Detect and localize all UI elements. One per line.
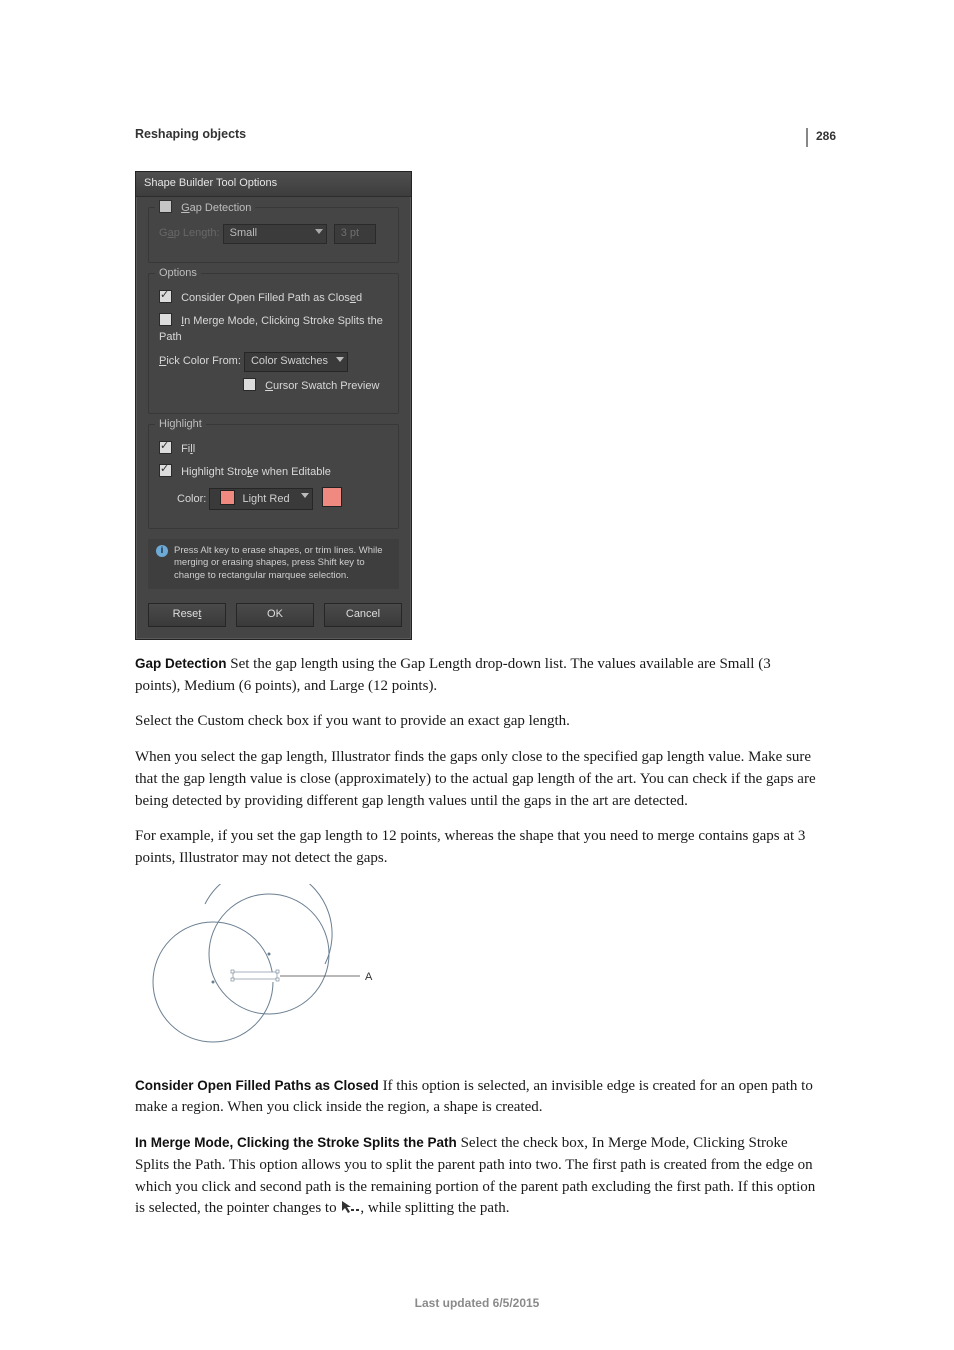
term-merge-mode: In Merge Mode, Clicking the Stroke Split… (135, 1135, 457, 1150)
color-label: Color: (177, 493, 206, 505)
cursor-swatch-checkbox[interactable] (243, 378, 256, 391)
highlight-label: Highlight (155, 417, 206, 433)
cursor-swatch-label: Cursor Swatch Preview (265, 380, 379, 392)
info-note: i Press Alt key to erase shapes, or trim… (148, 539, 399, 589)
paragraph: In Merge Mode, Clicking the Stroke Split… (135, 1133, 819, 1223)
paragraph: Select the Custom check box if you want … (135, 711, 819, 733)
pick-color-from-label: Pick Color From: (159, 355, 241, 367)
highlight-group: Highlight Fill Highlight Stroke when Edi… (148, 424, 399, 529)
page-footer: Last updated 6/5/2015 (0, 1295, 954, 1312)
gap-detection-checkbox[interactable] (159, 200, 172, 213)
ok-button[interactable]: OK (236, 603, 314, 627)
paragraph: Gap Detection Set the gap length using t… (135, 654, 819, 698)
fill-label: Fill (181, 443, 195, 455)
split-cursor-icon (340, 1199, 360, 1223)
color-swatch-icon (220, 490, 235, 505)
color-preview-swatch (322, 487, 342, 507)
gap-length-select[interactable]: Small (223, 224, 327, 244)
highlight-stroke-checkbox[interactable] (159, 464, 172, 477)
gap-length-custom-field[interactable]: 3 pt (334, 224, 376, 244)
term-open-filled: Consider Open Filled Paths as Closed (135, 1078, 379, 1093)
pick-color-from-select[interactable]: Color Swatches (244, 352, 348, 372)
gap-detection-label: Gap Detection (155, 200, 255, 217)
highlight-color-select[interactable]: Light Red (209, 488, 313, 510)
gap-detection-text: Gap Detection (181, 202, 251, 214)
cancel-button[interactable]: Cancel (324, 603, 402, 627)
highlight-stroke-label: Highlight Stroke when Editable (181, 466, 331, 478)
gap-figure: A (135, 884, 819, 1062)
chevron-down-icon (336, 357, 344, 362)
merge-splits-label: In Merge Mode, Clicking Stroke Splits th… (159, 315, 383, 343)
info-text: Press Alt key to erase shapes, or trim l… (174, 545, 391, 583)
chevron-down-icon (301, 493, 309, 498)
document-page: 286 Reshaping objects Shape Builder Tool… (0, 0, 954, 1350)
open-filled-checkbox[interactable] (159, 290, 172, 303)
dialog-title: Shape Builder Tool Options (136, 172, 411, 197)
section-header: Reshaping objects (135, 125, 819, 143)
page-number: 286 (806, 128, 844, 147)
options-label: Options (155, 266, 201, 282)
gap-length-label: Gap Length: (159, 227, 220, 239)
paragraph: Consider Open Filled Paths as Closed If … (135, 1076, 819, 1120)
fill-checkbox[interactable] (159, 441, 172, 454)
options-group: Options Consider Open Filled Path as Clo… (148, 273, 399, 414)
paragraph: For example, if you set the gap length t… (135, 826, 819, 870)
paragraph: When you select the gap length, Illustra… (135, 747, 819, 812)
chevron-down-icon (315, 229, 323, 234)
figure-label-a: A (365, 971, 373, 983)
reset-button[interactable]: Reset (148, 603, 226, 627)
term-gap-detection: Gap Detection (135, 656, 227, 671)
merge-splits-checkbox[interactable] (159, 313, 172, 326)
open-filled-label: Consider Open Filled Path as Closed (181, 292, 362, 304)
info-icon: i (156, 545, 168, 557)
shape-builder-options-dialog: Shape Builder Tool Options Gap Detection… (135, 171, 412, 640)
gap-detection-group: Gap Detection Gap Length: Small 3 pt (148, 207, 399, 263)
